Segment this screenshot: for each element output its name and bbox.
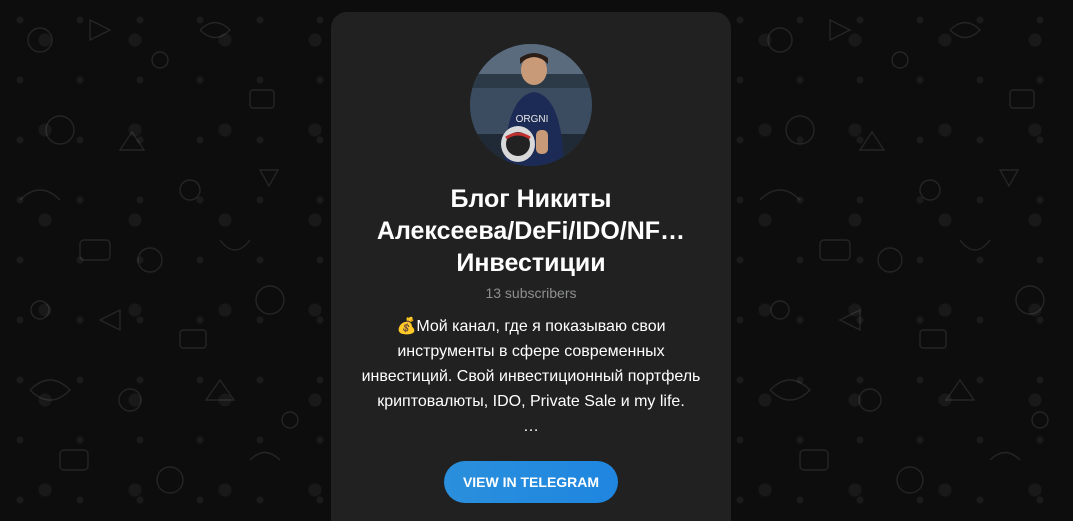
channel-title-line: Инвестиции <box>456 249 606 277</box>
view-in-telegram-button[interactable]: VIEW IN TELEGRAM <box>444 461 618 503</box>
subscriber-count: 13 subscribers <box>485 285 577 301</box>
description-line: 💰Мой канал, где я показываю свои <box>396 318 666 335</box>
channel-title-line: Блог Никиты <box>450 185 612 213</box>
svg-text:ORGNI: ORGNI <box>516 114 549 125</box>
channel-description: 💰Мой канал, где я показываю свои инструм… <box>351 314 711 439</box>
channel-card: ORGNI Блог Никиты Алексеева/DeFi/IDO/NF…… <box>331 12 731 521</box>
channel-title: Блог Никиты Алексеева/DeFi/IDO/NF… Инвес… <box>351 183 711 279</box>
channel-avatar-photo-icon: ORGNI <box>470 44 592 166</box>
description-ellipsis: … <box>523 418 539 435</box>
channel-title-line: Алексеева/DeFi/IDO/NF… <box>376 217 686 245</box>
channel-avatar[interactable]: ORGNI <box>470 44 592 166</box>
description-line: инвестиций. Свой инвестиционный портфель <box>361 368 701 385</box>
description-line: криптовалюты, IDO, Private Sale и my lif… <box>377 393 685 410</box>
description-line: инструменты в сфере современных <box>397 343 665 360</box>
